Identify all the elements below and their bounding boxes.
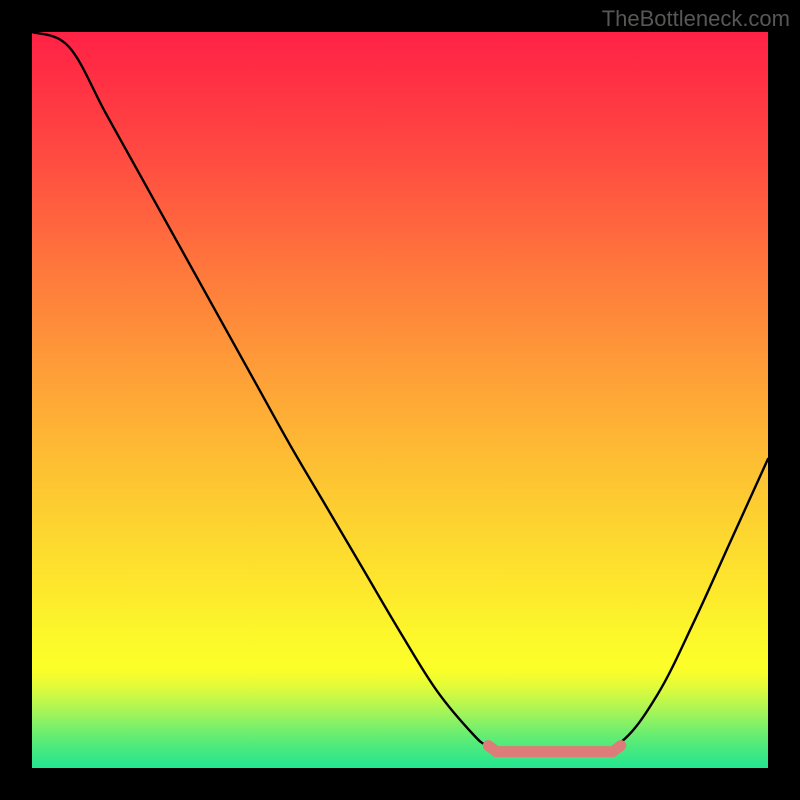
watermark-text: TheBottleneck.com xyxy=(602,6,790,32)
gradient-background xyxy=(32,32,768,768)
chart-area xyxy=(32,32,768,768)
flat-highlight xyxy=(488,746,620,752)
chart-svg xyxy=(32,32,768,768)
